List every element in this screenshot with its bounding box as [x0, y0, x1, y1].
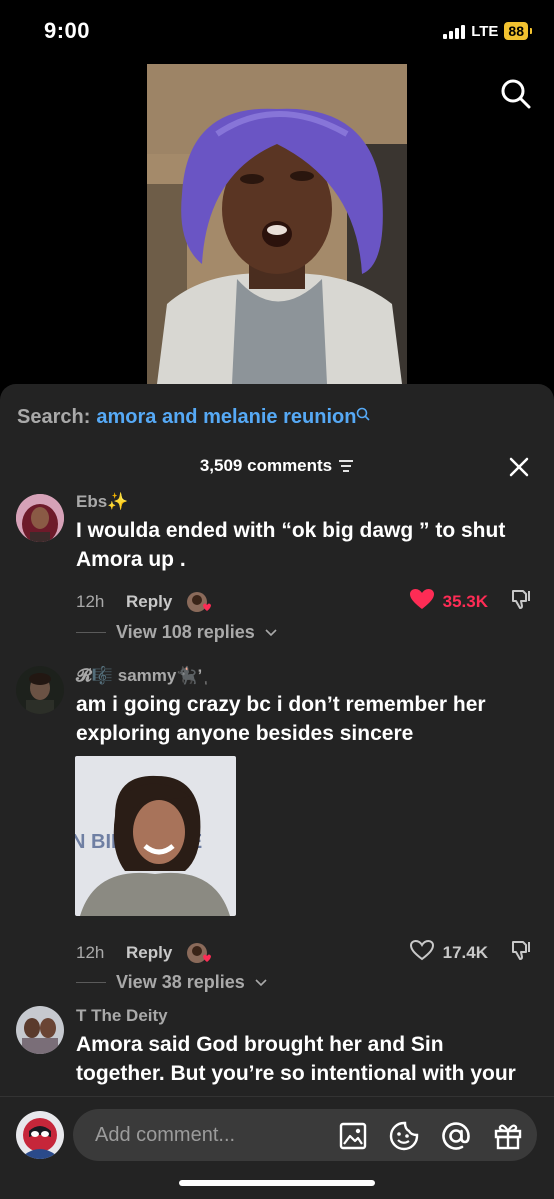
- close-icon: [509, 457, 529, 477]
- filter-icon[interactable]: [338, 459, 354, 473]
- like-count: 35.3K: [442, 591, 488, 611]
- view-replies-button[interactable]: View 108 replies: [76, 622, 277, 643]
- search-prefix: Search:: [17, 406, 91, 428]
- comments-count: 3,509 comments: [199, 456, 333, 475]
- comment-item: T The Deity Amora said God brought her a…: [0, 1006, 554, 1106]
- avatar-image: [16, 1006, 64, 1054]
- search-query-link[interactable]: amora and melanie reunion: [96, 406, 356, 429]
- close-button[interactable]: [508, 456, 530, 483]
- view-replies-label: View 38 replies: [116, 972, 245, 992]
- comment-attachment-image[interactable]: N BIE SAY NE: [75, 756, 236, 916]
- comment-text: I woulda ended with “ok big dawg ” to sh…: [76, 519, 506, 571]
- battery-icon: 88: [504, 22, 532, 40]
- chevron-down-icon: [265, 628, 277, 636]
- comment-item: 𝓡🎼 sammy🐈‍⬛’ ᷂ am i going crazy bc i don…: [0, 666, 554, 992]
- chevron-down-icon: [255, 978, 267, 986]
- avatar-image: [16, 1111, 64, 1159]
- creator-liked-badge: [186, 590, 212, 614]
- avatar-image: [16, 494, 64, 542]
- dislike-icon: [512, 941, 530, 960]
- emoji-icon[interactable]: [389, 1121, 419, 1151]
- view-replies-button[interactable]: View 38 replies: [76, 972, 267, 993]
- avatar[interactable]: [16, 666, 64, 714]
- image-icon[interactable]: [339, 1122, 367, 1150]
- avatar[interactable]: [16, 1006, 64, 1054]
- comment-meta: 12h Reply 35.3K: [76, 587, 534, 616]
- comment-text: am i going crazy bc i don’t remember her…: [76, 693, 486, 745]
- comment-username[interactable]: 𝓡🎼 sammy🐈‍⬛’ ᷂: [76, 666, 534, 686]
- video-player[interactable]: [147, 64, 407, 384]
- dislike-button[interactable]: [510, 587, 534, 616]
- comment-meta: 12h Reply 17.4K: [76, 938, 534, 967]
- creator-liked-badge: [186, 941, 212, 965]
- network-label: LTE: [471, 22, 499, 40]
- like-count: 17.4K: [442, 942, 488, 962]
- status-bar: 9:00 LTE 88: [0, 0, 554, 64]
- reply-button[interactable]: Reply: [126, 592, 172, 612]
- comment-time: 12h: [76, 591, 105, 611]
- dislike-button[interactable]: [510, 938, 534, 967]
- comment-username[interactable]: Ebs✨: [76, 492, 534, 512]
- comment-input-container[interactable]: [73, 1109, 537, 1161]
- view-replies-label: View 108 replies: [116, 622, 255, 642]
- comments-header: 3,509 comments: [0, 456, 554, 476]
- status-indicators: LTE 88: [443, 22, 532, 40]
- comment-item: Ebs✨ I woulda ended with “ok big dawg ” …: [0, 492, 554, 652]
- like-button[interactable]: [409, 939, 435, 966]
- gift-icon[interactable]: [493, 1121, 523, 1151]
- my-avatar[interactable]: [16, 1111, 64, 1159]
- heart-outline-icon: [409, 939, 434, 961]
- signal-icon: [443, 23, 466, 39]
- comment-text: Amora said God brought her and Sin toget…: [76, 1033, 516, 1085]
- search-button[interactable]: [500, 78, 532, 115]
- comments-sheet: Search: amora and melanie reunion 3,509 …: [0, 384, 554, 1199]
- avatar-image: [16, 666, 64, 714]
- divider: [76, 632, 106, 633]
- divider: [76, 982, 106, 983]
- search-icon: [357, 407, 371, 421]
- search-icon: [501, 79, 531, 109]
- dislike-icon: [512, 590, 530, 609]
- search-suggestion[interactable]: Search: amora and melanie reunion: [17, 406, 371, 429]
- comment-username[interactable]: T The Deity: [76, 1006, 534, 1026]
- comment-input[interactable]: [95, 1119, 315, 1151]
- heart-filled-icon: [409, 589, 434, 609]
- avatar[interactable]: [16, 494, 64, 542]
- attachment-photo: N BIE SAY NE: [75, 756, 236, 916]
- at-icon[interactable]: [441, 1121, 471, 1151]
- like-button[interactable]: [409, 588, 435, 615]
- home-indicator[interactable]: [179, 1180, 375, 1186]
- reply-button[interactable]: Reply: [126, 943, 172, 963]
- status-time: 9:00: [44, 18, 91, 43]
- comment-time: 12h: [76, 942, 105, 962]
- video-frame: [147, 64, 407, 384]
